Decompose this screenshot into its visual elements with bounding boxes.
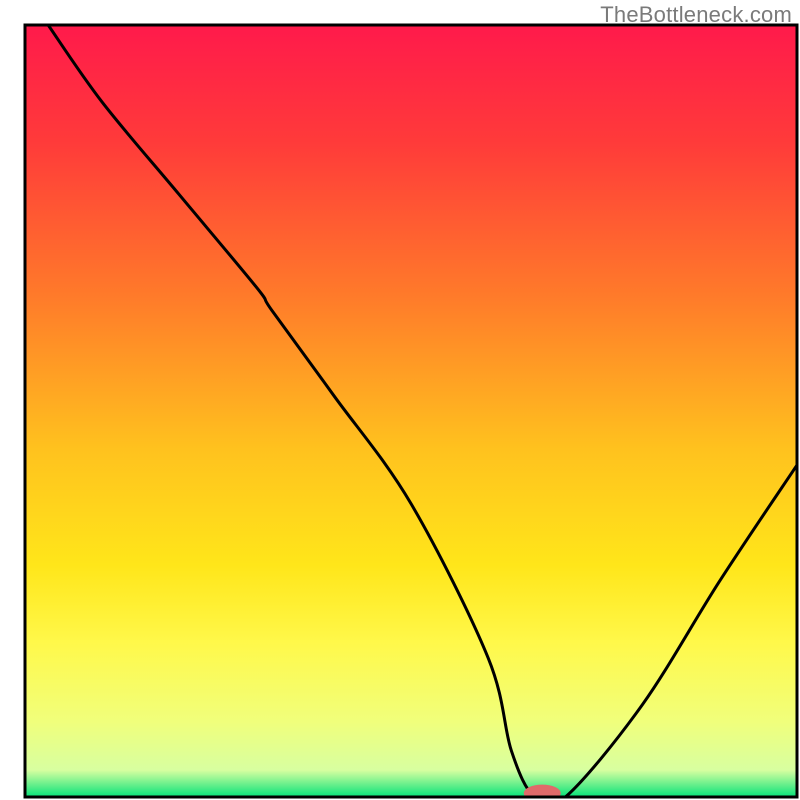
chart-svg (0, 0, 800, 800)
watermark-text: TheBottleneck.com (600, 2, 792, 28)
chart-stage: TheBottleneck.com (0, 0, 800, 800)
gradient-background (25, 25, 797, 797)
